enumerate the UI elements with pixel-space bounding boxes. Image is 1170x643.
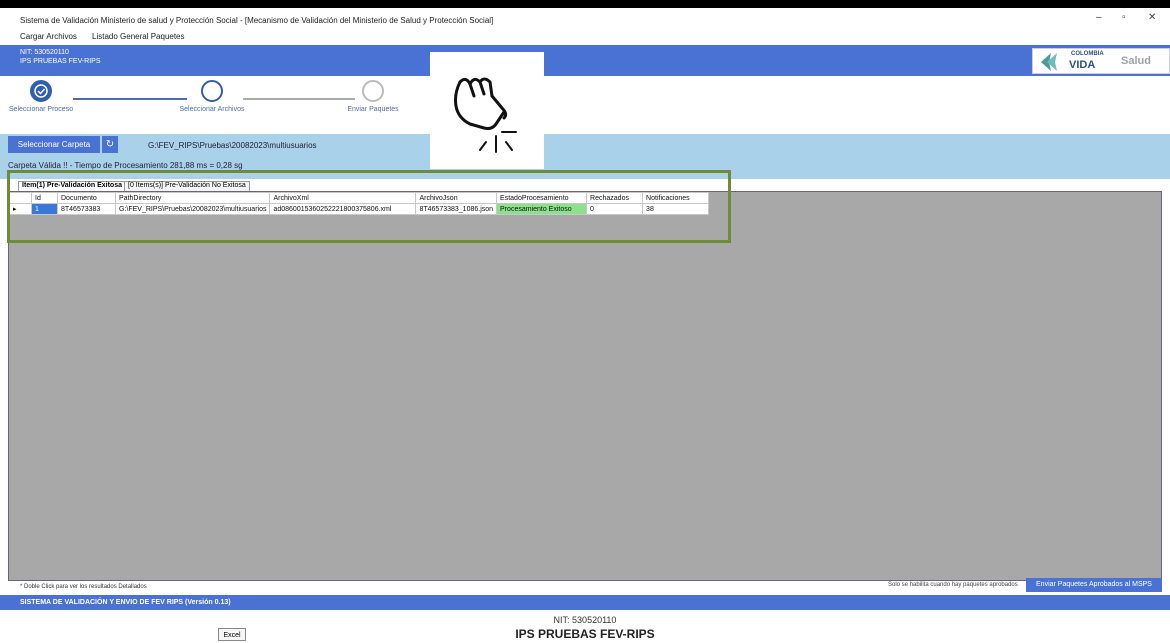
org-label: IPS PRUEBAS FEV-RIPS bbox=[20, 58, 101, 65]
restore-button[interactable]: ▫ bbox=[1122, 12, 1126, 23]
step-circle-icon bbox=[201, 80, 223, 102]
window-title: Sistema de Validación Ministerio de salu… bbox=[20, 16, 494, 25]
send-note: Solo se habilita cuando hay paquetes apr… bbox=[888, 582, 1018, 588]
step-label: Enviar Paquetes bbox=[347, 106, 399, 113]
double-click-hint: * Doble Click para ver los resultados De… bbox=[20, 584, 147, 590]
send-packages-button[interactable]: Enviar Paquetes Aprobados al MSPS bbox=[1026, 578, 1162, 592]
refresh-icon[interactable]: ↻ bbox=[102, 136, 118, 153]
report-header: NIT: 530520110 IPS PRUEBAS FEV-RIPS Exce… bbox=[0, 610, 1170, 643]
wizard-steps: Seleccionar Proceso Seleccionar Archivos… bbox=[0, 76, 1170, 134]
menu-cargar-archivos[interactable]: Cargar Archivos bbox=[20, 32, 77, 41]
step-seleccionar-archivos: Seleccionar Archivos bbox=[177, 80, 247, 113]
folder-summary: Carpeta Válida !! - Tiempo de Procesamie… bbox=[8, 161, 243, 170]
menu-bar: Cargar Archivos Listado General Paquetes bbox=[0, 30, 1170, 42]
step-connector-done bbox=[73, 98, 187, 100]
logo-vida: VIDA bbox=[1069, 59, 1096, 71]
check-icon bbox=[30, 80, 52, 102]
menu-listado-paquetes[interactable]: Listado General Paquetes bbox=[92, 32, 185, 41]
logo-salud: Salud bbox=[1121, 55, 1151, 67]
step-enviar-paquetes: Enviar Paquetes bbox=[338, 80, 408, 113]
highlight-box bbox=[7, 170, 731, 243]
logo-colombia: COLOMBIA bbox=[1071, 51, 1104, 57]
select-folder-button[interactable]: Seleccionar Carpeta bbox=[8, 136, 100, 153]
status-text: SISTEMA DE VALIDACIÓN Y ENVIO DE FEV RIP… bbox=[20, 599, 231, 606]
step-circle-icon bbox=[362, 80, 384, 102]
step-label: Seleccionar Archivos bbox=[179, 106, 245, 113]
step-label: Seleccionar Proceso bbox=[8, 106, 74, 113]
report-nit: NIT: 530520110 bbox=[553, 615, 617, 625]
info-bar: NIT: 530520110 IPS PRUEBAS FEV-RIPS COLO… bbox=[0, 45, 1170, 76]
step-seleccionar-proceso: Seleccionar Proceso bbox=[6, 80, 76, 113]
folder-path: G:\FEV_RIPS\Pruebas\20082023\multiusuari… bbox=[148, 141, 317, 150]
pointer-hand-icon bbox=[430, 52, 544, 169]
nit-label: NIT: 530520110 bbox=[20, 49, 69, 56]
report-org: IPS PRUEBAS FEV-RIPS bbox=[515, 627, 655, 641]
app-window: Sistema de Validación Ministerio de salu… bbox=[0, 8, 1170, 643]
excel-button[interactable]: Excel bbox=[218, 628, 246, 641]
close-button[interactable]: ✕ bbox=[1148, 12, 1156, 23]
title-bar: Sistema de Validación Ministerio de salu… bbox=[0, 8, 1170, 30]
results-grid: Id Documento PathDirectory ArchivoXml Ar… bbox=[8, 191, 1162, 581]
colombia-salud-logo: COLOMBIA VIDA Salud bbox=[1032, 48, 1170, 74]
status-bar: SISTEMA DE VALIDACIÓN Y ENVIO DE FEV RIP… bbox=[0, 595, 1170, 610]
minimize-button[interactable]: – bbox=[1096, 12, 1102, 23]
